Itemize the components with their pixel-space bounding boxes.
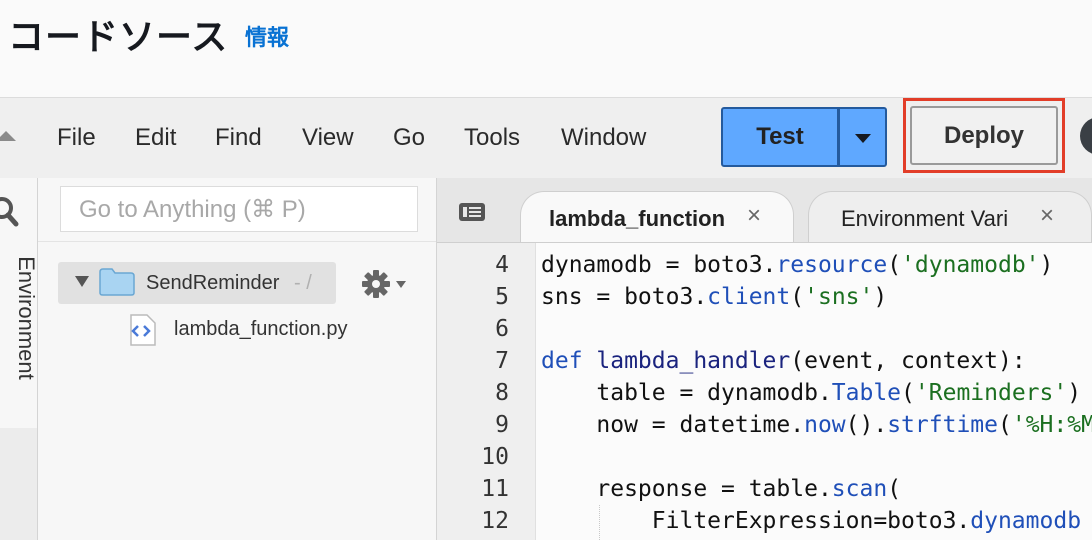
goto-anything-input[interactable] — [61, 187, 421, 233]
tab-label: lambda_function — [549, 206, 726, 231]
close-icon[interactable]: × — [747, 202, 761, 230]
code-line: now = datetime.now().strftime('%H:%M' — [541, 412, 1092, 438]
menu-window[interactable]: Window — [561, 124, 646, 152]
code-token: lambda_handler — [596, 348, 791, 374]
page-title: コードソース — [8, 16, 229, 57]
goto-anything-box — [60, 186, 421, 233]
python-file-icon — [130, 314, 156, 346]
code-token: FilterExpression=boto3. — [541, 508, 971, 534]
code-token: ) — [1039, 252, 1054, 278]
collapse-up-icon[interactable] — [0, 131, 16, 141]
code-token: scan — [831, 476, 888, 502]
expand-triangle-icon[interactable] — [75, 276, 89, 287]
menu-find[interactable]: Find — [215, 124, 262, 152]
close-icon[interactable]: × — [1040, 202, 1054, 230]
menu-file[interactable]: File — [57, 124, 96, 152]
code-line: FilterExpression=boto3.dynamodb — [541, 508, 1081, 534]
caret-down-icon — [855, 134, 871, 143]
environment-tab-label: Environment — [14, 256, 39, 380]
menu-go[interactable]: Go — [393, 124, 425, 152]
code-token: (). — [845, 412, 888, 438]
code-token: dynamodb = boto3. — [541, 252, 777, 278]
code-token: (event, context): — [790, 348, 1026, 374]
code-line: dynamodb = boto3.resource('dynamodb') — [541, 252, 1053, 278]
code-token: ( — [790, 284, 805, 310]
line-number: 11 — [481, 476, 509, 502]
code-token: '%H:%M' — [1011, 412, 1092, 438]
code-token: Table — [831, 380, 902, 406]
menu-tools[interactable]: Tools — [464, 124, 520, 152]
code-token: ( — [887, 476, 902, 502]
tab-label: Environment Vari — [841, 206, 1009, 231]
code-token: dynamodb — [970, 508, 1082, 534]
gear-icon[interactable] — [360, 268, 392, 300]
code-line: table = dynamodb.Table('Reminders') — [541, 380, 1081, 406]
tab-list-icon[interactable] — [458, 200, 486, 224]
code-token: ( — [887, 252, 902, 278]
deploy-button[interactable]: Deploy — [910, 106, 1058, 165]
code-token: sns = boto3. — [541, 284, 708, 310]
code-token: now — [804, 412, 846, 438]
line-number: 10 — [481, 444, 509, 470]
page-header: コードソース 情報 — [0, 0, 1092, 97]
line-number: 12 — [481, 508, 509, 534]
menu-view[interactable]: View — [302, 124, 354, 152]
deploy-highlight-frame: Deploy — [903, 98, 1065, 173]
code-token: strftime — [887, 412, 998, 438]
line-number: 6 — [495, 316, 509, 342]
info-link[interactable]: 情報 — [245, 20, 289, 52]
folder-path-suffix: - / — [294, 272, 312, 294]
code-line: def lambda_handler(event, context): — [541, 348, 1026, 374]
folder-name: SendReminder — [146, 272, 280, 294]
code-token: ) — [1067, 380, 1082, 406]
test-button[interactable]: Test — [721, 107, 839, 167]
code-token: 'sns' — [804, 284, 874, 310]
panel-divider — [38, 241, 436, 242]
code-token: ) — [873, 284, 888, 310]
menu-edit[interactable]: Edit — [135, 124, 176, 152]
code-token: response = table. — [541, 476, 832, 502]
search-icon[interactable] — [0, 196, 22, 228]
line-number: 5 — [495, 284, 509, 310]
file-name: lambda_function.py — [174, 318, 348, 340]
indent-guide — [599, 505, 600, 540]
code-token: client — [707, 284, 791, 310]
code-token: ( — [997, 412, 1012, 438]
code-line: sns = boto3.client('sns') — [541, 284, 887, 310]
code-token: ( — [901, 380, 915, 406]
line-number: 8 — [495, 380, 509, 406]
code-token: table = dynamodb. — [541, 380, 832, 406]
line-number: 4 — [495, 252, 509, 278]
folder-icon — [99, 268, 135, 296]
code-token: 'Reminders' — [914, 380, 1068, 406]
tab-environment-variables[interactable]: Environment Vari × — [808, 191, 1092, 242]
code-line: response = table.scan( — [541, 476, 901, 502]
code-token: now = datetime. — [541, 412, 805, 438]
code-token: resource — [776, 252, 888, 278]
code-token: def — [541, 348, 597, 374]
gear-caret-icon[interactable] — [396, 281, 406, 288]
folder-row-sendreminder[interactable]: SendReminder - / — [58, 262, 336, 304]
line-number: 7 — [495, 348, 509, 374]
user-avatar[interactable] — [1080, 117, 1092, 155]
tab-lambda-function[interactable]: lambda_function × — [520, 191, 794, 242]
code-token: 'dynamodb' — [901, 252, 1040, 278]
test-dropdown-button[interactable] — [839, 107, 887, 167]
ide-menubar: File Edit Find View Go Tools Window Test… — [0, 97, 1092, 179]
line-number: 9 — [495, 412, 509, 438]
